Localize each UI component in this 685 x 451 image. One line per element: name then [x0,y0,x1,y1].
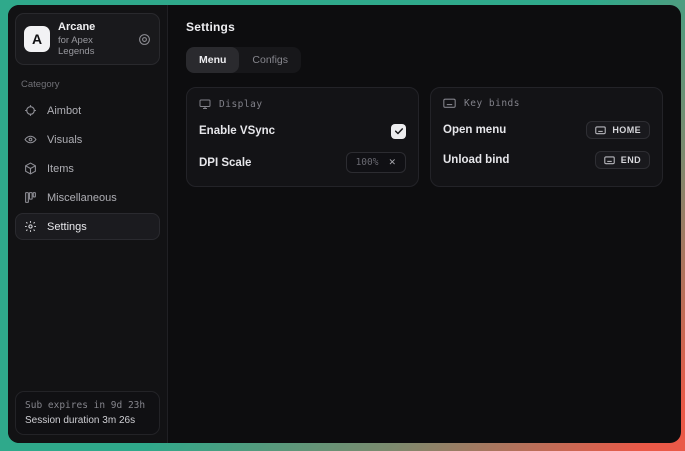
columns-icon [24,191,37,204]
sidebar-item-label: Items [47,163,74,175]
sidebar-item-miscellaneous[interactable]: Miscellaneous [15,184,160,211]
dpi-scale-input[interactable]: 100% ✕ [346,152,406,173]
sidebar-item-label: Visuals [47,134,82,146]
sidebar-item-visuals[interactable]: Visuals [15,126,160,153]
checkbox-check-icon [394,126,404,136]
settings-tabs: Menu Configs [186,47,301,73]
sidebar-item-aimbot[interactable]: Aimbot [15,97,160,124]
open-menu-label: Open menu [443,124,506,136]
sub-expiry-text: Sub expires in 9d 23h [25,400,150,411]
eye-icon [24,133,37,146]
display-card-title: Display [219,99,263,110]
dpi-scale-row: DPI Scale 100% ✕ [199,152,406,173]
category-section-label: Category [21,79,154,90]
open-menu-row: Open menu HOME [443,121,650,139]
cube-icon [24,162,37,175]
sidebar-item-label: Settings [47,221,87,233]
sidebar-item-items[interactable]: Items [15,155,160,182]
vsync-checkbox[interactable] [391,124,406,139]
keybinds-card-header: Key binds [443,98,650,109]
brand-card: A Arcane for Apex Legends [15,13,160,65]
gear-icon [24,220,37,233]
unload-bind-row: Unload bind END [443,151,650,169]
tab-configs[interactable]: Configs [239,47,301,73]
page-title: Settings [186,20,663,34]
vsync-row: Enable VSync [199,122,406,140]
brand-title: Arcane [58,21,130,33]
keybinds-card: Key binds Open menu HOME [430,87,663,187]
crosshair-icon [24,104,37,117]
dpi-scale-label: DPI Scale [199,157,251,169]
unload-bind-label: Unload bind [443,154,509,166]
sidebar-item-settings[interactable]: Settings [15,213,160,240]
session-duration-text: Session duration 3m 26s [25,415,150,426]
keyboard-icon [595,126,606,135]
sidebar-item-label: Aimbot [47,105,81,117]
keybinds-card-title: Key binds [464,98,520,109]
open-menu-keybind-button[interactable]: HOME [586,121,650,139]
sidebar: A Arcane for Apex Legends Category [8,5,168,443]
keyboard-icon [604,156,615,165]
app-logo: A [24,26,50,52]
app-window: A Arcane for Apex Legends Category [8,5,681,443]
unload-key-label: END [621,155,641,165]
monitor-icon [199,98,211,110]
clear-icon[interactable]: ✕ [385,156,399,169]
keyboard-icon [443,98,456,109]
subscription-info-card: Sub expires in 9d 23h Session duration 3… [15,391,160,435]
vsync-label: Enable VSync [199,125,275,137]
brand-subtitle: for Apex Legends [58,35,130,57]
dpi-scale-value: 100% [356,157,379,168]
sidebar-item-label: Miscellaneous [47,192,117,204]
display-card: Display Enable VSync DPI Scale [186,87,419,187]
display-card-header: Display [199,98,406,110]
main-content: Settings Menu Configs Display [168,5,681,443]
tab-menu[interactable]: Menu [186,47,239,73]
brand-text: Arcane for Apex Legends [58,21,130,57]
open-menu-key-label: HOME [612,125,641,135]
settings-cards: Display Enable VSync DPI Scale [186,87,663,187]
unload-keybind-button[interactable]: END [595,151,650,169]
sidebar-nav: Aimbot Visuals Items [8,97,167,240]
target-circle-icon[interactable] [138,33,151,46]
